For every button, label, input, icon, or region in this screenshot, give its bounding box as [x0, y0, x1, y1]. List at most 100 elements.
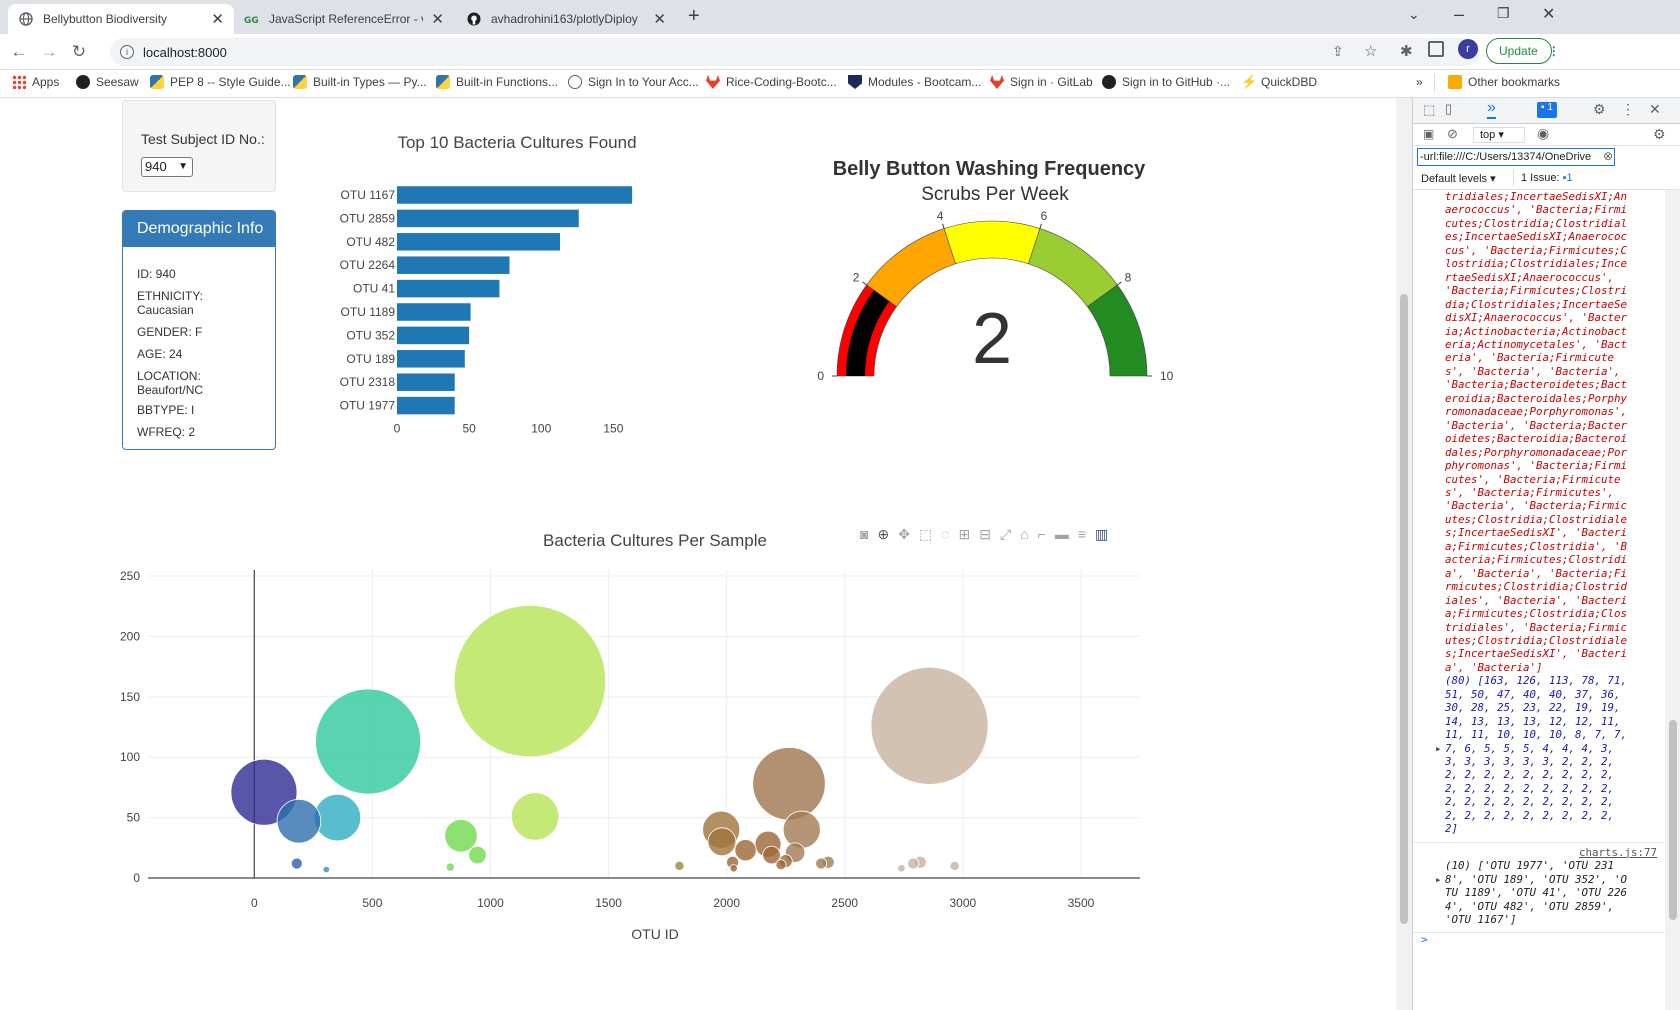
bookmark-apps[interactable]: Apps: [12, 75, 59, 89]
bubble: [897, 864, 906, 873]
device-toolbar-icon[interactable]: ▯: [1445, 101, 1452, 117]
bubble-xtick-label: 1000: [477, 896, 504, 910]
bookmark-rice-coding[interactable]: Rice-Coding-Bootc...: [706, 75, 837, 89]
new-tab-button[interactable]: +: [688, 5, 700, 28]
console-line: rtaeSedisXI;Anaerococcus',: [1445, 270, 1615, 284]
settings-gear-icon[interactable]: ⚙: [1593, 101, 1606, 118]
source-link[interactable]: charts.js:77: [1413, 846, 1665, 859]
issues-badge[interactable]: ▪ 1: [1537, 102, 1557, 118]
console-line: utes;Clostridia;Clostridiale: [1445, 633, 1628, 647]
svg-text:GG: GG: [244, 16, 259, 24]
bookmark-builtin-functions[interactable]: Built-in Functions...: [436, 75, 558, 89]
bookmark-seesaw[interactable]: Seesaw: [76, 75, 139, 89]
side-panel-icon[interactable]: [1428, 41, 1444, 57]
bookmark-modules[interactable]: Modules - Bootcam...: [848, 75, 981, 89]
bookmark-pep8[interactable]: PEP 8 -- Style Guide...: [150, 75, 291, 89]
bar-category-label: OTU 1189: [341, 305, 396, 319]
console-line: romonadaceae;Porphyromonas',: [1445, 405, 1628, 419]
bubble-xtick-label: 2000: [713, 896, 740, 910]
context-select[interactable]: top ▾: [1473, 127, 1525, 143]
bookmark-gitlab[interactable]: Sign in · GitLab: [990, 75, 1093, 89]
console-line: 11, 11, 10, 10, 10, 8, 7, 7,: [1445, 728, 1628, 742]
close-window-icon[interactable]: ✕: [1542, 4, 1555, 24]
live-expression-eye-icon[interactable]: ◉: [1537, 125, 1549, 142]
console-line: tridiales', 'Bacteria;Firmic: [1445, 620, 1628, 634]
badge-count: 1: [1547, 102, 1553, 113]
more-tabs-icon[interactable]: »: [1487, 99, 1496, 119]
clear-console-icon[interactable]: ⊘: [1447, 126, 1458, 142]
console-line: disXI;Anaerococcus', 'Bacter: [1445, 311, 1628, 325]
demo-id: ID: 940: [137, 267, 176, 281]
bubble: [290, 857, 303, 870]
sidebar-toggle-icon[interactable]: ▣: [1423, 127, 1434, 141]
github-icon: [1102, 75, 1116, 89]
bookmark-builtin-types[interactable]: Built-in Types — Py...: [293, 75, 427, 89]
bubble-xtick-label: 0: [251, 896, 258, 910]
bar-category-label: OTU 352: [346, 328, 395, 342]
gauge-tick: [1117, 281, 1122, 286]
bubble-ytick-label: 200: [120, 629, 140, 643]
more-bookmarks-button[interactable]: »: [1416, 75, 1423, 89]
bookmark-quickdbd[interactable]: ⚡ QuickDBD: [1241, 75, 1317, 90]
console-scrollbar[interactable]: [1665, 190, 1680, 1010]
console-line: 4', 'OTU 482', 'OTU 2859',: [1445, 899, 1615, 913]
devtools-panel: ⬚ ▯ » ▪ 1 ⚙ ⋮ ✕ ▣ ⊘ top ▾ ◉ ⚙ -url:file:…: [1412, 98, 1680, 1010]
restore-icon[interactable]: ❐: [1497, 5, 1510, 22]
back-icon[interactable]: ←: [8, 41, 30, 63]
tab-search-icon[interactable]: ⌄: [1408, 6, 1420, 23]
share-icon[interactable]: ⇪: [1332, 43, 1344, 60]
expand-arrow-icon[interactable]: ▸: [1435, 742, 1442, 755]
other-bookmarks[interactable]: Other bookmarks: [1448, 75, 1560, 89]
page-scrollbar[interactable]: [1396, 98, 1412, 1010]
console-line: s', 'Bacteria', 'Bacteria',: [1445, 364, 1621, 378]
bookmark-sign-in-account[interactable]: Sign In to Your Acc...: [568, 75, 699, 89]
bubble: [468, 845, 487, 865]
globe-icon: [568, 75, 582, 89]
tab-javascript-error[interactable]: GG JavaScript ReferenceError - variab ✕: [234, 4, 454, 34]
tab-github-repo[interactable]: avhadrohini163/plotlyDiploy ✕: [456, 4, 676, 34]
bubble-xtick-label: 3000: [950, 896, 977, 910]
close-tab-icon[interactable]: ✕: [211, 10, 224, 28]
close-tab-icon[interactable]: ✕: [431, 10, 444, 28]
gauge-tick-label: 10: [1160, 369, 1174, 383]
bar-category-label: OTU 1167: [341, 188, 396, 202]
console-line: s;IncertaeSedisXI', 'Bacteri: [1445, 526, 1628, 540]
inspect-element-icon[interactable]: ⬚: [1423, 102, 1435, 118]
console-filter-input[interactable]: -url:file:///C:/Users/13374/OneDrive: [1417, 148, 1615, 166]
console-line: phyromonas', 'Bacteria;Firmi: [1445, 459, 1628, 473]
bar: [397, 373, 455, 391]
update-button[interactable]: Update ⋮: [1486, 38, 1560, 64]
minimize-icon[interactable]: –: [1454, 4, 1464, 25]
close-devtools-icon[interactable]: ✕: [1649, 101, 1661, 118]
bar: [397, 209, 579, 228]
info-icon[interactable]: i: [120, 45, 134, 59]
devtools-menu-icon[interactable]: ⋮: [1621, 101, 1635, 118]
folder-icon: [1448, 75, 1462, 89]
profile-avatar[interactable]: r: [1458, 39, 1478, 59]
expand-arrow-icon[interactable]: ▸: [1435, 873, 1442, 886]
log-levels-dropdown[interactable]: Default levels ▾: [1421, 172, 1496, 185]
close-tab-icon[interactable]: ✕: [653, 10, 666, 28]
bookmark-label: Sign in to GitHub ·...: [1122, 75, 1231, 89]
reload-icon[interactable]: ↻: [68, 41, 90, 63]
forward-icon[interactable]: →: [38, 41, 60, 63]
page-scrollbar-thumb[interactable]: [1400, 294, 1408, 924]
clear-filter-icon[interactable]: ⊗: [1603, 149, 1613, 163]
gauge-tick-label: 6: [1041, 209, 1048, 223]
bookmark-github[interactable]: Sign in to GitHub ·...: [1102, 75, 1230, 89]
console-line: eria', 'Bacteria;Firmicute: [1445, 351, 1615, 365]
subject-id-select[interactable]: 940 ▼: [141, 157, 193, 177]
address-bar[interactable]: i localhost:8000 ⇪ ☆: [110, 38, 1480, 66]
console-toolbar: ▣ ⊘ top ▾ ◉ ⚙: [1413, 124, 1680, 146]
extensions-icon[interactable]: ✱: [1400, 42, 1413, 60]
bookmark-star-icon[interactable]: ☆: [1364, 42, 1377, 60]
console-scrollbar-thumb[interactable]: [1669, 720, 1677, 920]
apps-grid-icon: [12, 75, 26, 89]
console-settings-icon[interactable]: ⚙: [1653, 126, 1666, 143]
bubble: [907, 857, 920, 870]
bookmark-label: Seesaw: [96, 75, 139, 89]
url-text[interactable]: localhost:8000: [143, 45, 227, 60]
console-prompt[interactable]: >: [1413, 932, 1665, 946]
issues-button[interactable]: 1 Issue: ▪1: [1521, 172, 1573, 184]
tab-bellybutton[interactable]: Bellybutton Biodiversity ✕: [8, 4, 234, 34]
